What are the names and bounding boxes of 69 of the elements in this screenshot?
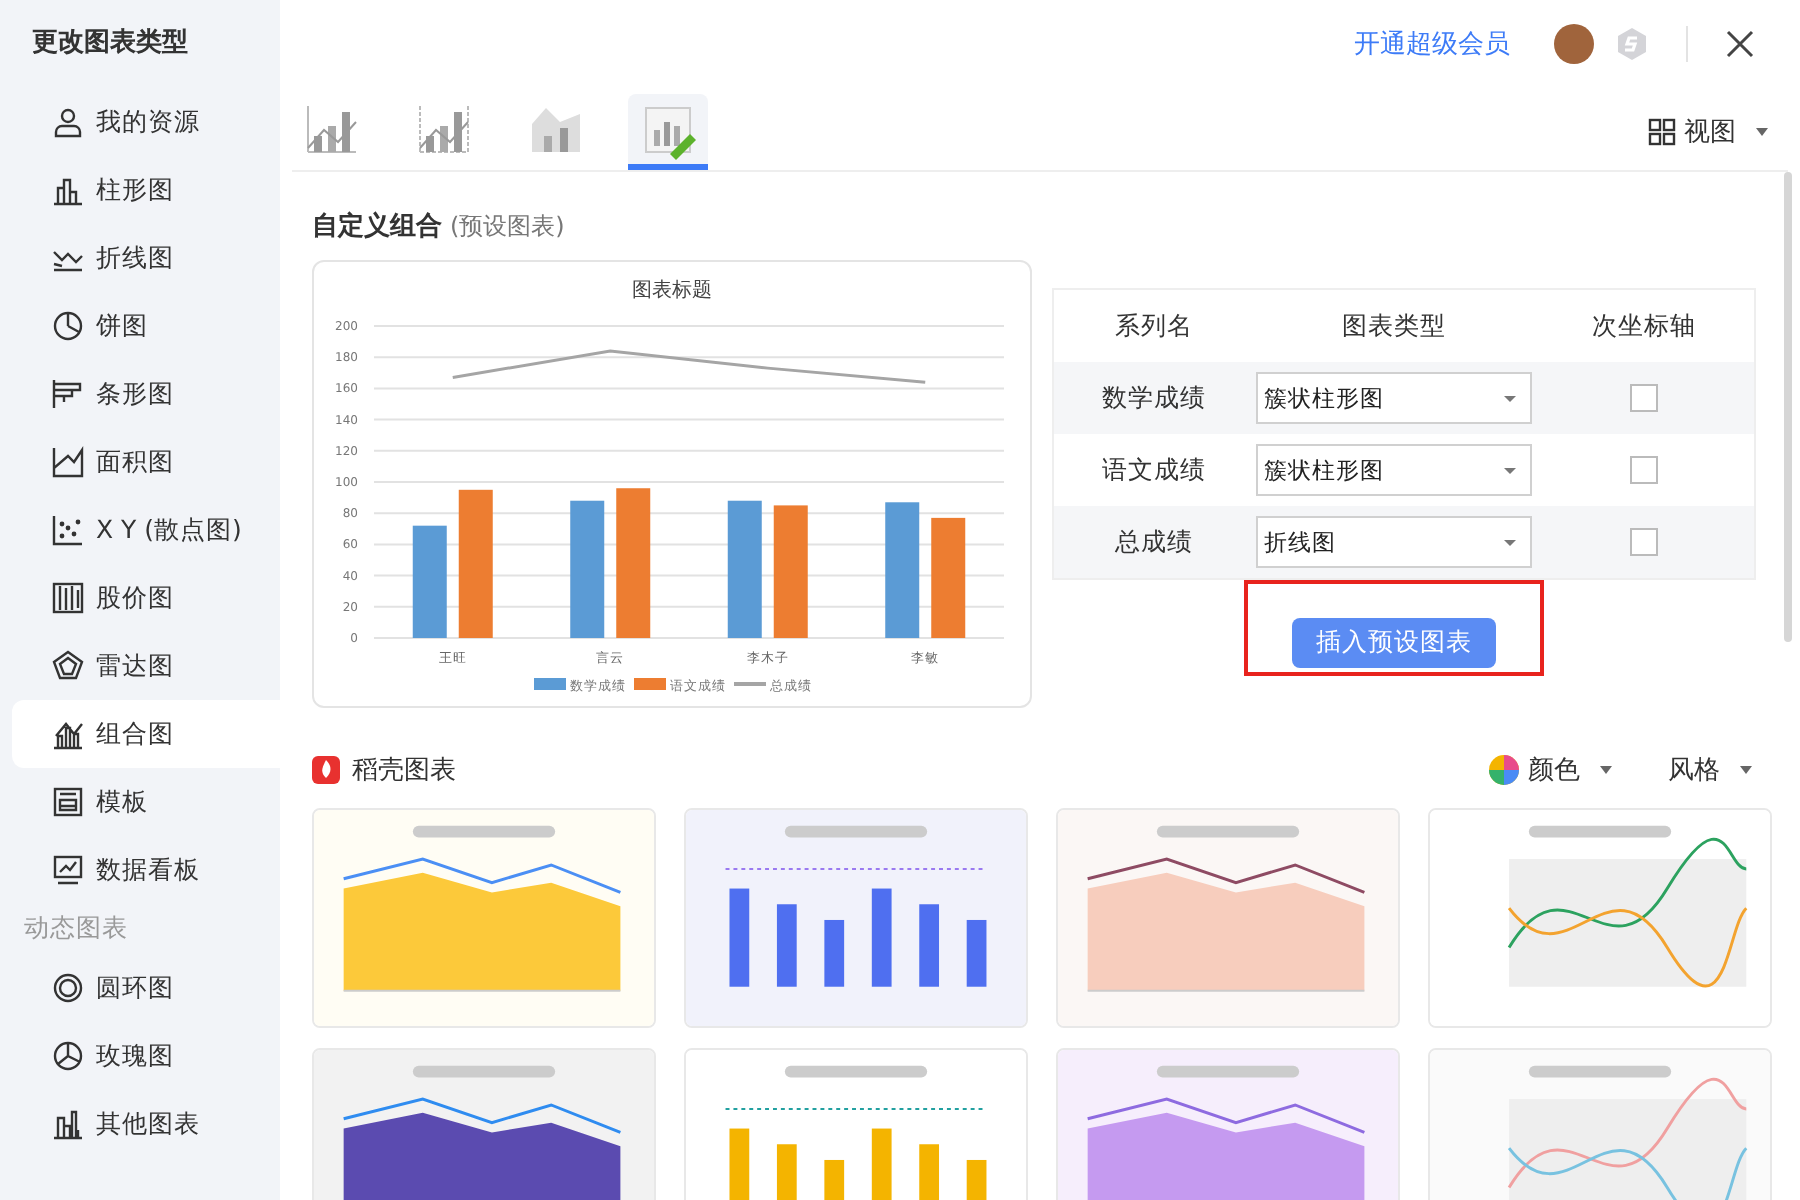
bar [885, 502, 920, 638]
section-title: 稻壳图表 [352, 754, 456, 788]
color-wheel-icon [1488, 754, 1520, 786]
section-subtitle: (预设图表) [450, 210, 565, 244]
grid-icon [1648, 118, 1676, 146]
color-button[interactable]: 颜色 [1488, 752, 1616, 788]
sidebar-item[interactable]: 股价图 [12, 564, 280, 632]
bar-chart-icon [52, 174, 84, 206]
sidebar-item[interactable]: 饼图 [12, 292, 280, 360]
chart-title: 图表标题 [632, 280, 712, 302]
ring-chart-icon [52, 972, 84, 1004]
sidebar-item[interactable]: 模板 [12, 768, 280, 836]
sidebar-item[interactable]: 折线图 [12, 224, 280, 292]
template-icon [52, 786, 84, 818]
scatter-icon [52, 514, 84, 546]
rose-chart-icon [52, 1040, 84, 1072]
bar [412, 525, 447, 638]
sidebar-item[interactable]: 组合图 [12, 700, 280, 768]
chart-type-dropdown[interactable]: 折线图 [1256, 516, 1532, 568]
secondary-axis-checkbox[interactable] [1630, 384, 1658, 412]
sidebar-item[interactable]: 条形图 [12, 360, 280, 428]
bar [773, 505, 808, 638]
user-icon [52, 106, 84, 138]
close-button[interactable] [1724, 28, 1756, 60]
chart-type-dropdown[interactable]: 簇状柱形图 [1256, 372, 1532, 424]
caret-icon [1502, 393, 1518, 403]
stock-chart-icon [52, 582, 84, 614]
sidebar-item[interactable]: 我的资源 [12, 88, 280, 156]
bar [727, 500, 762, 638]
sidebar-item[interactable]: 面积图 [12, 428, 280, 496]
sidebar-item[interactable]: 数据看板 [12, 836, 280, 904]
bar [931, 517, 966, 638]
close-icon [1724, 28, 1756, 60]
section-title: 自定义组合 [312, 209, 442, 244]
sidebar-item[interactable]: X Y (散点图) [12, 496, 280, 564]
style-button[interactable]: 风格 [1668, 752, 1756, 788]
sidebar-item[interactable]: 玫瑰图 [12, 1022, 280, 1090]
secondary-axis-checkbox[interactable] [1630, 528, 1658, 556]
table-cell: 数学成绩 [1054, 362, 1254, 434]
view-button[interactable]: 视图 [1648, 114, 1772, 150]
sidebar-item[interactable]: 圆环图 [12, 954, 280, 1022]
column-header: 次坐标轴 [1590, 307, 1698, 343]
avatar[interactable] [1554, 24, 1594, 64]
radar-icon [52, 650, 84, 682]
column-header: 系列名 [1113, 307, 1195, 343]
sidebar-item[interactable]: 柱形图 [12, 156, 280, 224]
section-label: 动态图表 [22, 910, 130, 946]
area-chart-icon [52, 446, 84, 478]
dialog-title: 更改图表类型 [30, 26, 190, 62]
flame-icon [312, 756, 340, 784]
combo-chart-icon [52, 718, 84, 750]
horizontal-bar-icon [52, 378, 84, 410]
coin-icon[interactable] [1614, 26, 1650, 62]
table-cell: 总成绩 [1054, 506, 1254, 578]
caret-icon [1502, 537, 1518, 547]
sidebar-item[interactable]: 其他图表 [12, 1090, 280, 1158]
caret-icon [1502, 465, 1518, 475]
sidebar-item[interactable]: 雷达图 [12, 632, 280, 700]
bar [570, 500, 605, 638]
vip-link[interactable]: 开通超级会员 [1354, 26, 1510, 62]
chart-type-dropdown[interactable]: 簇状柱形图 [1256, 444, 1532, 496]
table-cell-text: 语文成绩 [1100, 451, 1208, 487]
secondary-axis-checkbox[interactable] [1630, 456, 1658, 484]
other-charts-icon [52, 1108, 84, 1140]
scrollbar[interactable] [1784, 172, 1792, 642]
chart-style-tab[interactable] [628, 94, 708, 170]
dashboard-icon [52, 854, 84, 886]
pie-chart-icon [52, 310, 84, 342]
column-header: 图表类型 [1340, 307, 1448, 343]
